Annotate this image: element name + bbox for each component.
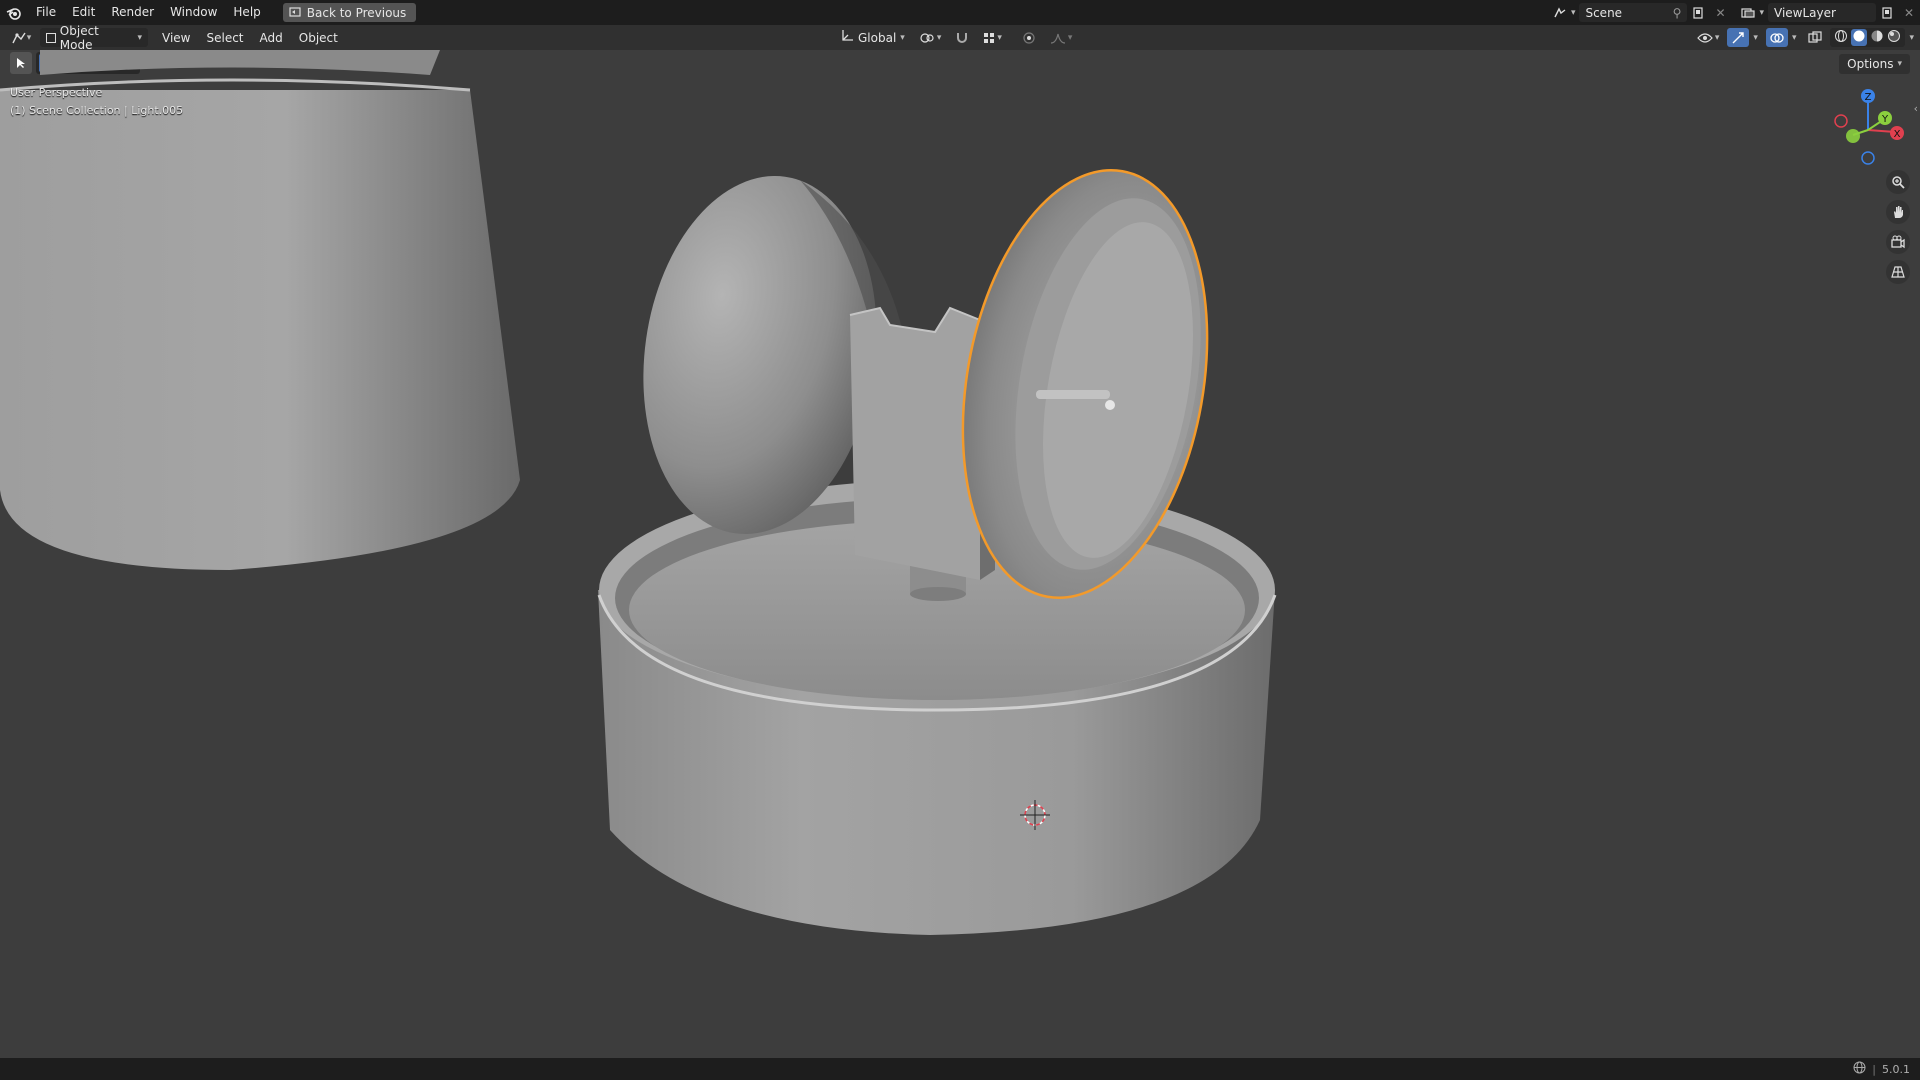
rendered-shading-icon[interactable] <box>1887 29 1901 46</box>
navigation-tools <box>1886 170 1910 284</box>
gizmo-neg-z[interactable] <box>1861 151 1875 165</box>
header-center-tools: Global ▾ ▾ ▾ ▾ <box>836 28 1076 47</box>
orientation-axes-icon <box>840 29 854 46</box>
gizmo-x-label: X <box>1894 129 1901 140</box>
snap-target-dropdown[interactable]: ▾ <box>979 28 1006 47</box>
delete-view-layer-icon[interactable]: ✕ <box>1898 3 1920 22</box>
scene-name-field[interactable]: Scene ⚲ <box>1579 3 1688 22</box>
header-menu-add[interactable]: Add <box>252 31 291 45</box>
snap-toggle[interactable] <box>951 28 973 47</box>
header-menu-view[interactable]: View <box>154 31 198 45</box>
mode-label: Object Mode <box>59 23 99 52</box>
magnet-icon <box>957 32 968 43</box>
gizmo-icon <box>1732 31 1745 43</box>
navigation-gizmo[interactable]: Z Y X <box>1834 89 1904 165</box>
shading-modes <box>1830 28 1906 47</box>
chevron-down-icon: ▾ <box>1759 7 1764 18</box>
header-right-tools: ▾ ▾ ▾ ▾ <box>1693 28 1914 47</box>
gizmo-neg-x[interactable] <box>1834 114 1848 128</box>
solid-shading-icon[interactable] <box>1851 29 1868 46</box>
proportional-editing-toggle[interactable] <box>1018 28 1040 47</box>
snap-grid-icon <box>984 32 995 43</box>
gizmo-z-label: Z <box>1865 92 1872 103</box>
chevron-down-icon[interactable]: ▾ <box>1753 33 1758 43</box>
pin-icon[interactable]: ⚲ <box>1673 6 1682 20</box>
chevron-down-icon: ▾ <box>1570 7 1576 18</box>
zoom-icon[interactable] <box>1886 170 1910 194</box>
orientation-label: Global <box>858 30 897 45</box>
new-view-layer-icon[interactable] <box>1876 3 1898 22</box>
top-right-controls: ▾ Scene ⚲ ✕ ▾ ViewLayer ✕ <box>1549 0 1920 25</box>
delete-scene-icon[interactable]: ✕ <box>1709 3 1731 22</box>
eye-icon <box>1697 32 1713 43</box>
status-separator: | <box>1872 1062 1876 1076</box>
pivot-point-dropdown[interactable]: ▾ <box>915 28 946 47</box>
status-bar: | 5.0.1 <box>0 1058 1920 1080</box>
collection-label: (1) Scene Collection | Light.005 <box>10 104 184 117</box>
xray-icon <box>1808 30 1823 43</box>
top-bar: File Edit Render Window Help Back to Pre… <box>0 0 1920 25</box>
menu-render[interactable]: Render <box>103 0 162 25</box>
blender-logo-icon[interactable] <box>0 0 28 25</box>
gizmo-toggle[interactable] <box>1727 28 1750 47</box>
menu-window[interactable]: Window <box>162 0 225 25</box>
material-shading-icon[interactable] <box>1870 29 1884 46</box>
menu-help[interactable]: Help <box>225 0 268 25</box>
object-mode-icon <box>46 32 56 43</box>
version-label: 5.0.1 <box>1882 1062 1910 1076</box>
screen-icon <box>289 7 301 17</box>
chevron-down-icon[interactable]: ▾ <box>1792 33 1797 43</box>
chevron-down-icon: ▾ <box>900 32 905 43</box>
scene-selector-icon[interactable] <box>1549 3 1571 22</box>
object-visibility-dropdown[interactable]: ▾ <box>1693 28 1724 47</box>
pivot-icon <box>920 32 934 43</box>
overlays-icon <box>1770 32 1784 43</box>
new-scene-icon[interactable] <box>1687 3 1709 22</box>
perspective-label: User Perspective <box>10 86 103 99</box>
chevron-down-icon[interactable]: ▾ <box>1909 33 1914 43</box>
wireframe-shading-icon[interactable] <box>1834 29 1848 46</box>
falloff-dropdown[interactable]: ▾ <box>1046 28 1077 47</box>
view-layer-name: ViewLayer <box>1774 5 1836 20</box>
transform-orientation-dropdown[interactable]: Global ▾ <box>836 28 909 47</box>
sidebar-expand-icon[interactable]: ‹ <box>1914 102 1918 115</box>
camera-view-icon[interactable] <box>1886 230 1910 254</box>
xray-toggle[interactable] <box>1804 28 1826 47</box>
editor-type-icon[interactable]: ▾ <box>6 28 36 47</box>
mode-selector[interactable]: Object Mode ▾ <box>40 24 148 52</box>
overlays-toggle[interactable] <box>1765 28 1788 47</box>
back-to-previous-button[interactable]: Back to Previous <box>282 3 417 22</box>
viewport-header: ▾ Object Mode ▾ View Select Add Object G… <box>0 24 1920 52</box>
scene-name: Scene <box>1585 5 1623 20</box>
back-to-previous-label: Back to Previous <box>306 5 407 20</box>
left-cylinder-object[interactable] <box>0 50 520 570</box>
header-menu-object[interactable]: Object <box>291 31 346 45</box>
view-layer-icon[interactable] <box>1737 3 1759 22</box>
header-menu-select[interactable]: Select <box>198 31 251 45</box>
falloff-curve-icon <box>1050 33 1065 44</box>
gizmo-y-label: Y <box>1881 114 1889 125</box>
gizmo-neg-y[interactable] <box>1846 129 1860 143</box>
pan-hand-icon[interactable] <box>1886 200 1910 224</box>
perspective-grid-icon[interactable] <box>1886 260 1910 284</box>
menu-file[interactable]: File <box>28 0 64 25</box>
3d-viewport[interactable]: Z Y X <box>0 50 1920 1060</box>
globe-icon <box>1853 1061 1866 1077</box>
menu-edit[interactable]: Edit <box>64 0 103 25</box>
proportional-icon <box>1023 31 1035 44</box>
view-layer-field[interactable]: ViewLayer <box>1768 3 1876 22</box>
chevron-down-icon: ▾ <box>137 32 142 43</box>
